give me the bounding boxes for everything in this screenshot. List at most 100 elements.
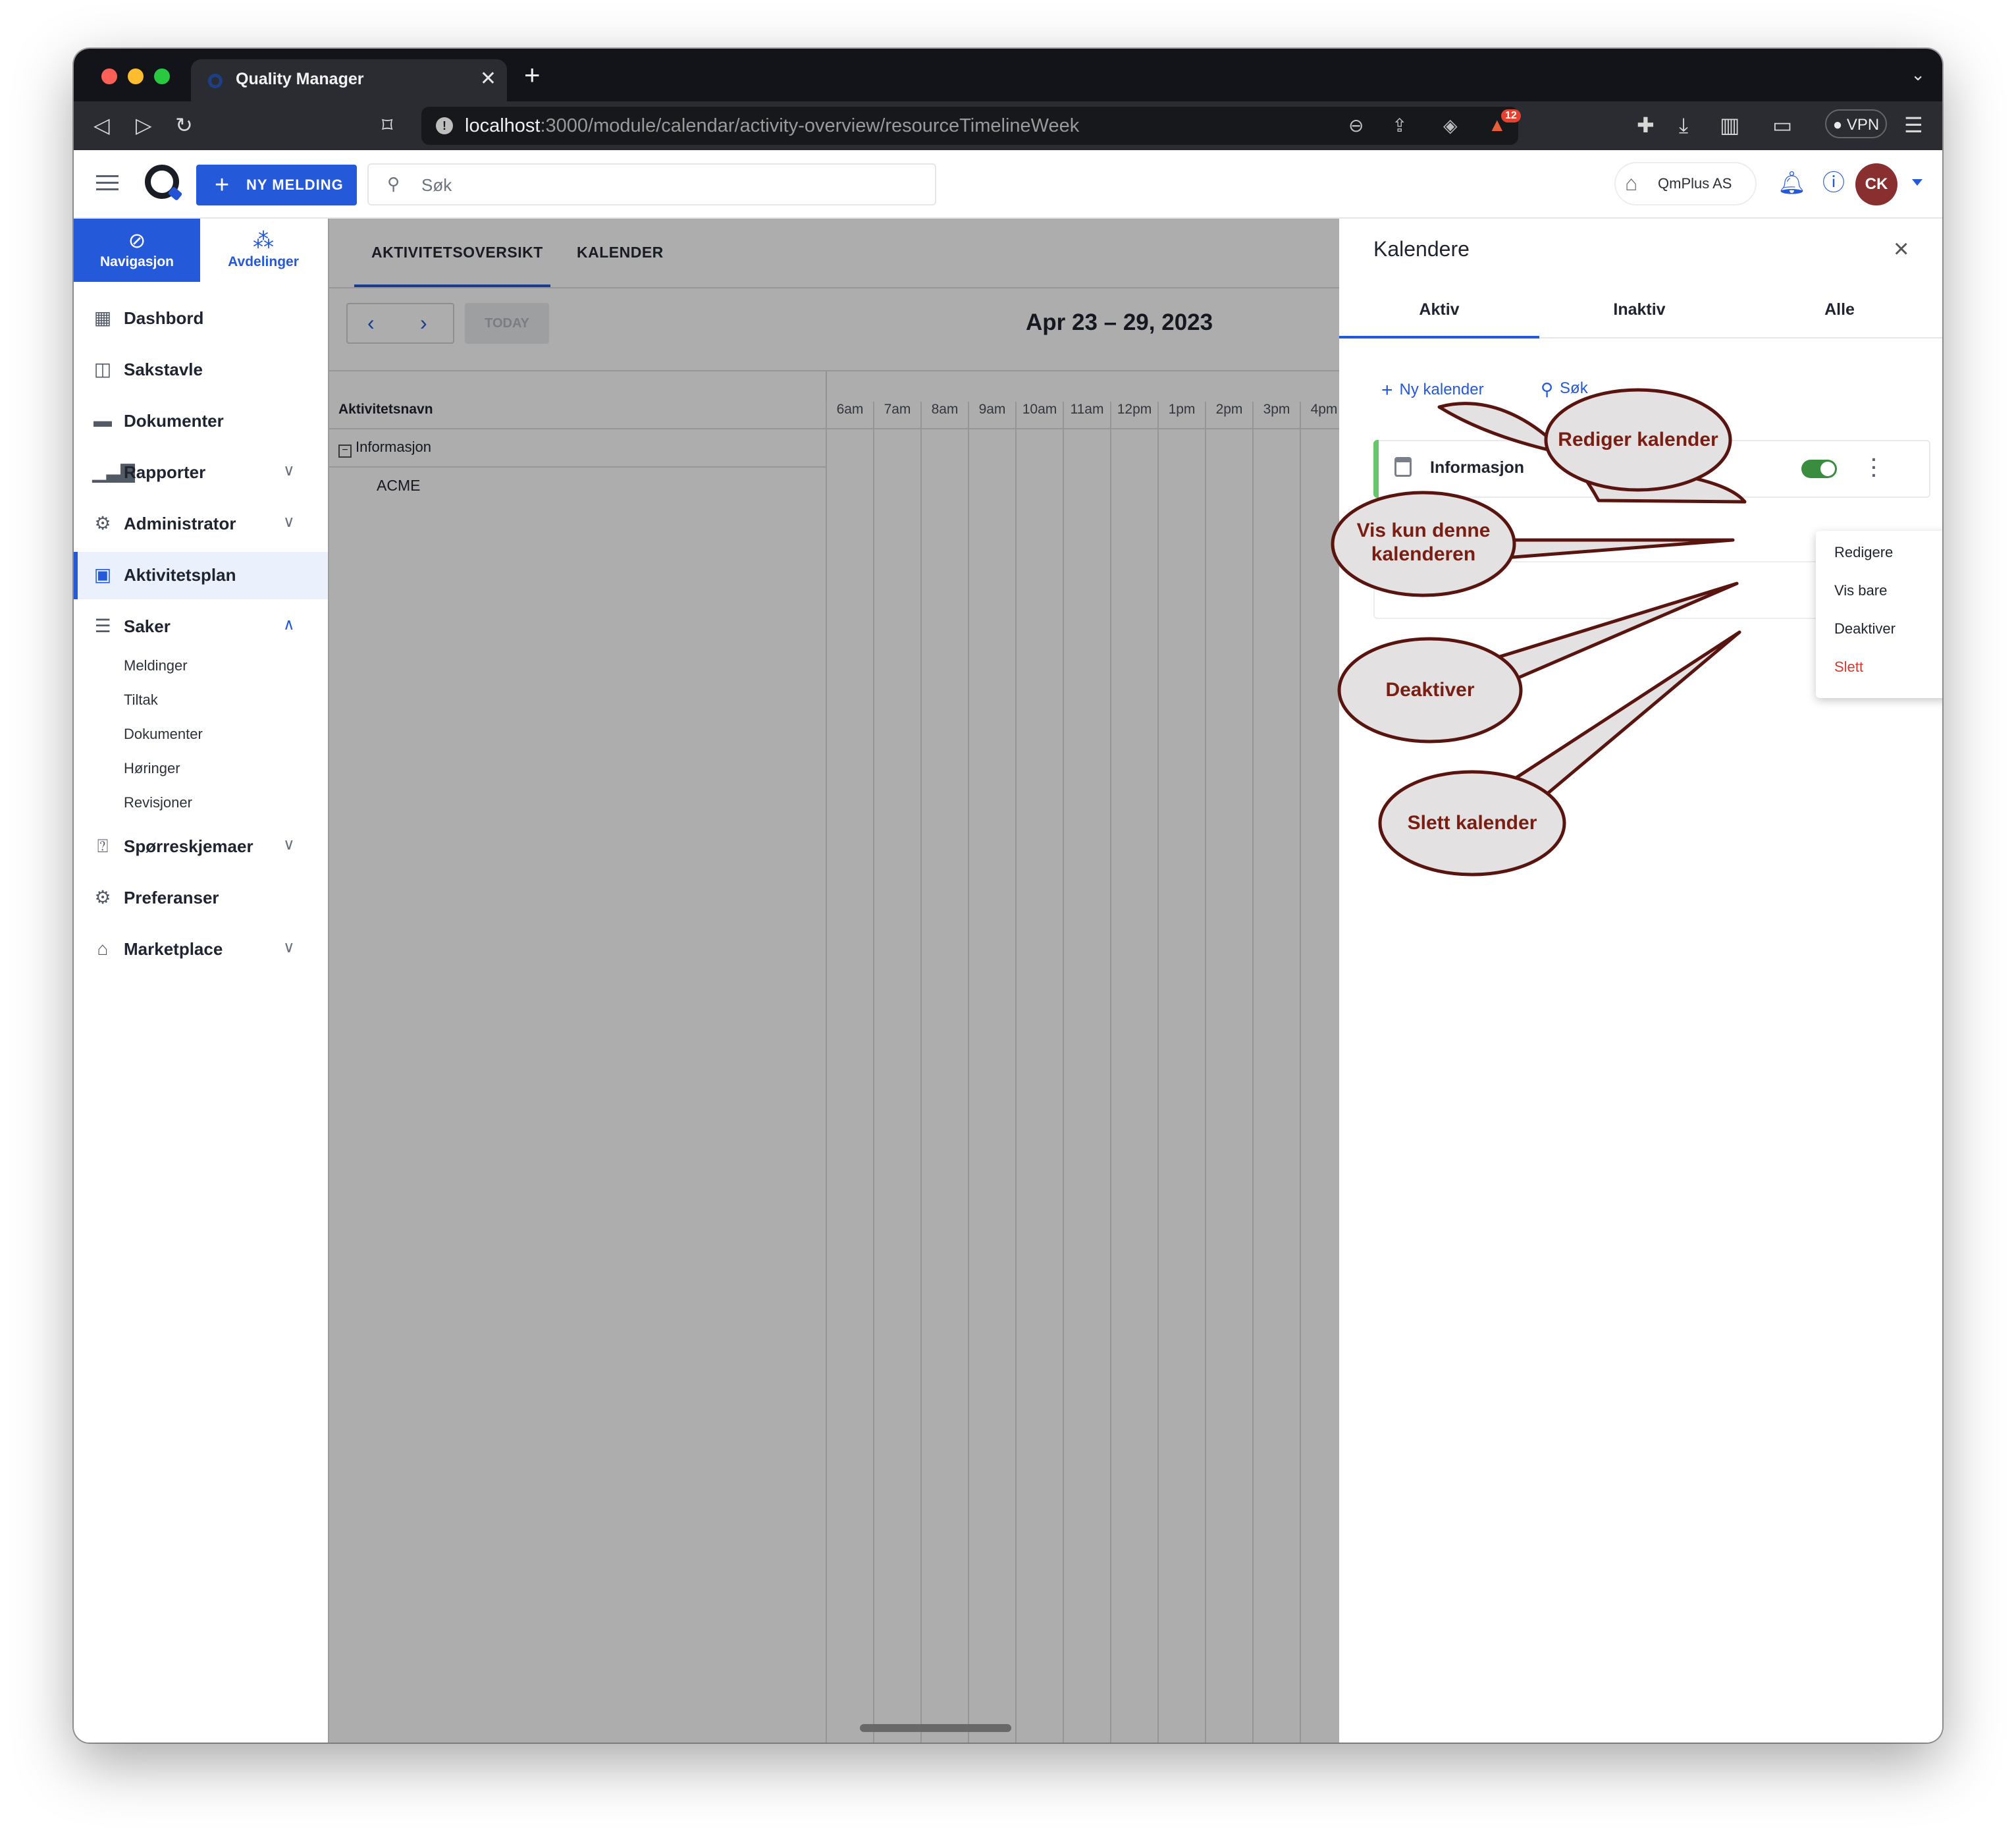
url-text: localhost:3000/module/calendar/activity-… [465, 115, 1080, 136]
plus-icon: + [1381, 379, 1393, 401]
home-icon: ⌂ [1625, 171, 1638, 195]
calendar-search-button[interactable]: ⚲ Søk [1541, 379, 1588, 400]
back-icon[interactable]: ◁ [93, 113, 110, 137]
compass-icon: ⊘ [128, 229, 146, 252]
organization-selector[interactable]: ⌂ QmPlus AS [1616, 163, 1755, 204]
vpn-button[interactable]: ● VPN [1825, 109, 1887, 138]
calendar-icon: ▣ [93, 564, 112, 585]
notification-bell-icon[interactable]: 🔔︎ [1778, 171, 1806, 195]
browser-menu-icon[interactable]: ☰ [1904, 113, 1923, 137]
close-window-button[interactable] [101, 68, 117, 84]
modal-backdrop[interactable] [328, 219, 1339, 1743]
sidebar-item-saker[interactable]: ☰ Saker ∧ [74, 603, 328, 651]
tab-aktiv[interactable]: Aktiv [1339, 287, 1539, 340]
user-menu-chevron-icon[interactable] [1912, 179, 1923, 186]
bookmark-icon[interactable]: ⌑ [382, 113, 392, 137]
extensions-icon[interactable]: ✚ [1637, 113, 1655, 137]
site-info-icon[interactable]: ! [436, 117, 453, 134]
sidebar-subitem-meldinger[interactable]: Meldinger [124, 657, 188, 674]
new-message-button[interactable]: + NY MELDING [196, 165, 357, 205]
share-icon[interactable]: ⇪ [1392, 115, 1407, 136]
menu-item-edit[interactable]: Redigere [1834, 544, 1893, 561]
user-avatar[interactable]: CK [1855, 163, 1897, 205]
zoom-icon[interactable]: ⊖ [1348, 115, 1364, 136]
board-icon: ◫ [93, 359, 112, 379]
sidebar-item-administrator[interactable]: ⚙ Administrator ∨ [74, 501, 328, 548]
wallet-icon[interactable]: ▭ [1772, 113, 1792, 137]
sidebar-item-preferanser[interactable]: ⚙ Preferanser [74, 875, 328, 922]
callout-deactivate-text: Deaktiver [1385, 679, 1475, 701]
calendar-active-toggle[interactable] [1801, 460, 1837, 478]
org-chart-icon: ⁂ [253, 229, 274, 252]
brave-shield-icon[interactable]: ◈ [1443, 115, 1458, 136]
callout-delete-text: Slett kalender [1407, 812, 1537, 834]
sidebar-item-aktivitetsplan[interactable]: ▣ Aktivitetsplan [74, 552, 328, 599]
browser-tab-strip: Quality Manager ✕ + ⌄ [74, 49, 1942, 101]
tab-title: Quality Manager [236, 70, 364, 88]
app-header: + NY MELDING ⚲ ⌂ QmPlus AS 🔔︎ ⓘ CK [74, 150, 1942, 219]
browser-tab[interactable]: Quality Manager ✕ [191, 59, 507, 101]
calendar-icon [1394, 457, 1412, 477]
rewards-badge: 12 [1501, 109, 1521, 122]
downloads-icon[interactable]: ⤓ [1679, 113, 1688, 137]
favicon-icon [208, 74, 223, 88]
calendar-name: Informasjon [1430, 458, 1525, 477]
menu-item-show-only[interactable]: Vis bare [1834, 582, 1887, 599]
new-calendar-label: Ny kalender [1399, 381, 1484, 398]
minimize-window-button[interactable] [128, 68, 144, 84]
tab-inaktiv[interactable]: Inaktiv [1539, 287, 1739, 340]
chevron-up-icon: ∧ [283, 616, 295, 634]
global-search-input[interactable] [420, 170, 884, 200]
calendar-search-label: Søk [1560, 379, 1588, 397]
more-vertical-icon[interactable]: · · · [1871, 450, 1877, 485]
callout-edit-text: Rediger kalender [1558, 429, 1718, 450]
address-bar[interactable]: ! localhost:3000/module/calendar/activit… [421, 107, 1521, 145]
global-search: ⚲ [367, 163, 936, 205]
sidebar-item-label: Aktivitetsplan [124, 565, 236, 585]
sidebar-item-dashbord[interactable]: ▦ Dashbord [74, 295, 328, 342]
sidebar-tab-navigasjon[interactable]: ⊘ Navigasjon [74, 219, 200, 282]
new-message-label: NY MELDING [246, 176, 344, 193]
forward-icon[interactable]: ▷ [136, 113, 152, 137]
sidebar-item-dokumenter[interactable]: ▬ Dokumenter [74, 398, 328, 445]
reload-icon[interactable]: ↻ [175, 113, 193, 137]
new-calendar-button[interactable]: + Ny kalender [1381, 379, 1484, 402]
admin-gears-icon: ⚙ [94, 513, 111, 533]
cases-icon: ☰ [94, 616, 111, 636]
tab-list-chevron-icon[interactable]: ⌄ [1911, 65, 1925, 85]
tab-alle[interactable]: Alle [1739, 287, 1940, 340]
sidebar-item-label: Administrator [124, 514, 236, 533]
sidebar-subitem-horinger[interactable]: Høringer [124, 760, 180, 777]
sidebar-item-label: Preferanser [124, 888, 219, 907]
sidebar-subitem-revisjoner[interactable]: Revisjoner [124, 794, 192, 811]
chevron-down-icon: ∨ [283, 836, 295, 853]
chevron-down-icon: ∨ [283, 513, 295, 531]
sidebar-item-marketplace[interactable]: ⌂ Marketplace ∨ [74, 926, 328, 973]
folder-icon: ▬ [93, 410, 112, 431]
sidebar-item-sporreskjemaer[interactable]: ⍰ Spørreskjemaer ∨ [74, 823, 328, 871]
hamburger-menu-icon[interactable] [96, 175, 119, 195]
help-icon[interactable]: ⓘ [1822, 171, 1845, 195]
browser-window: Quality Manager ✕ + ⌄ ◁ ▷ ↻ ⌑ ! localhos… [74, 49, 1942, 1743]
sidebar-tab-avdelinger[interactable]: ⁂ Avdelinger [200, 219, 327, 282]
menu-item-delete[interactable]: Slett [1834, 659, 1863, 676]
zoom-window-button[interactable] [154, 68, 170, 84]
browser-toolbar: ◁ ▷ ↻ ⌑ ! localhost:3000/module/calendar… [74, 101, 1942, 150]
close-tab-icon[interactable]: ✕ [480, 67, 496, 90]
new-tab-button[interactable]: + [524, 61, 541, 89]
sidebar: ⊘ Navigasjon ⁂ Avdelinger ▦ Dashbord ◫ S… [74, 219, 328, 1743]
callout-show-only-line2: kalenderen [1371, 543, 1476, 565]
calendar-color-bar [1373, 440, 1379, 498]
sidebar-toggle-icon[interactable]: ▥ [1720, 113, 1739, 137]
menu-item-deactivate[interactable]: Deaktiver [1834, 620, 1896, 637]
store-icon: ⌂ [97, 938, 109, 959]
sidebar-subitem-dokumenter[interactable]: Dokumenter [124, 726, 203, 743]
plus-icon: + [215, 171, 230, 199]
chevron-down-icon: ∨ [283, 938, 295, 956]
sidebar-subitem-tiltak[interactable]: Tiltak [124, 691, 158, 709]
sidebar-item-sakstavle[interactable]: ◫ Sakstavle [74, 346, 328, 394]
app-logo[interactable] [145, 165, 179, 199]
sidebar-item-rapporter[interactable]: ▁▃▇ Rapporter ∨ [74, 449, 328, 497]
close-icon[interactable]: × [1894, 236, 1909, 262]
sidebar-item-label: Saker [124, 616, 171, 636]
